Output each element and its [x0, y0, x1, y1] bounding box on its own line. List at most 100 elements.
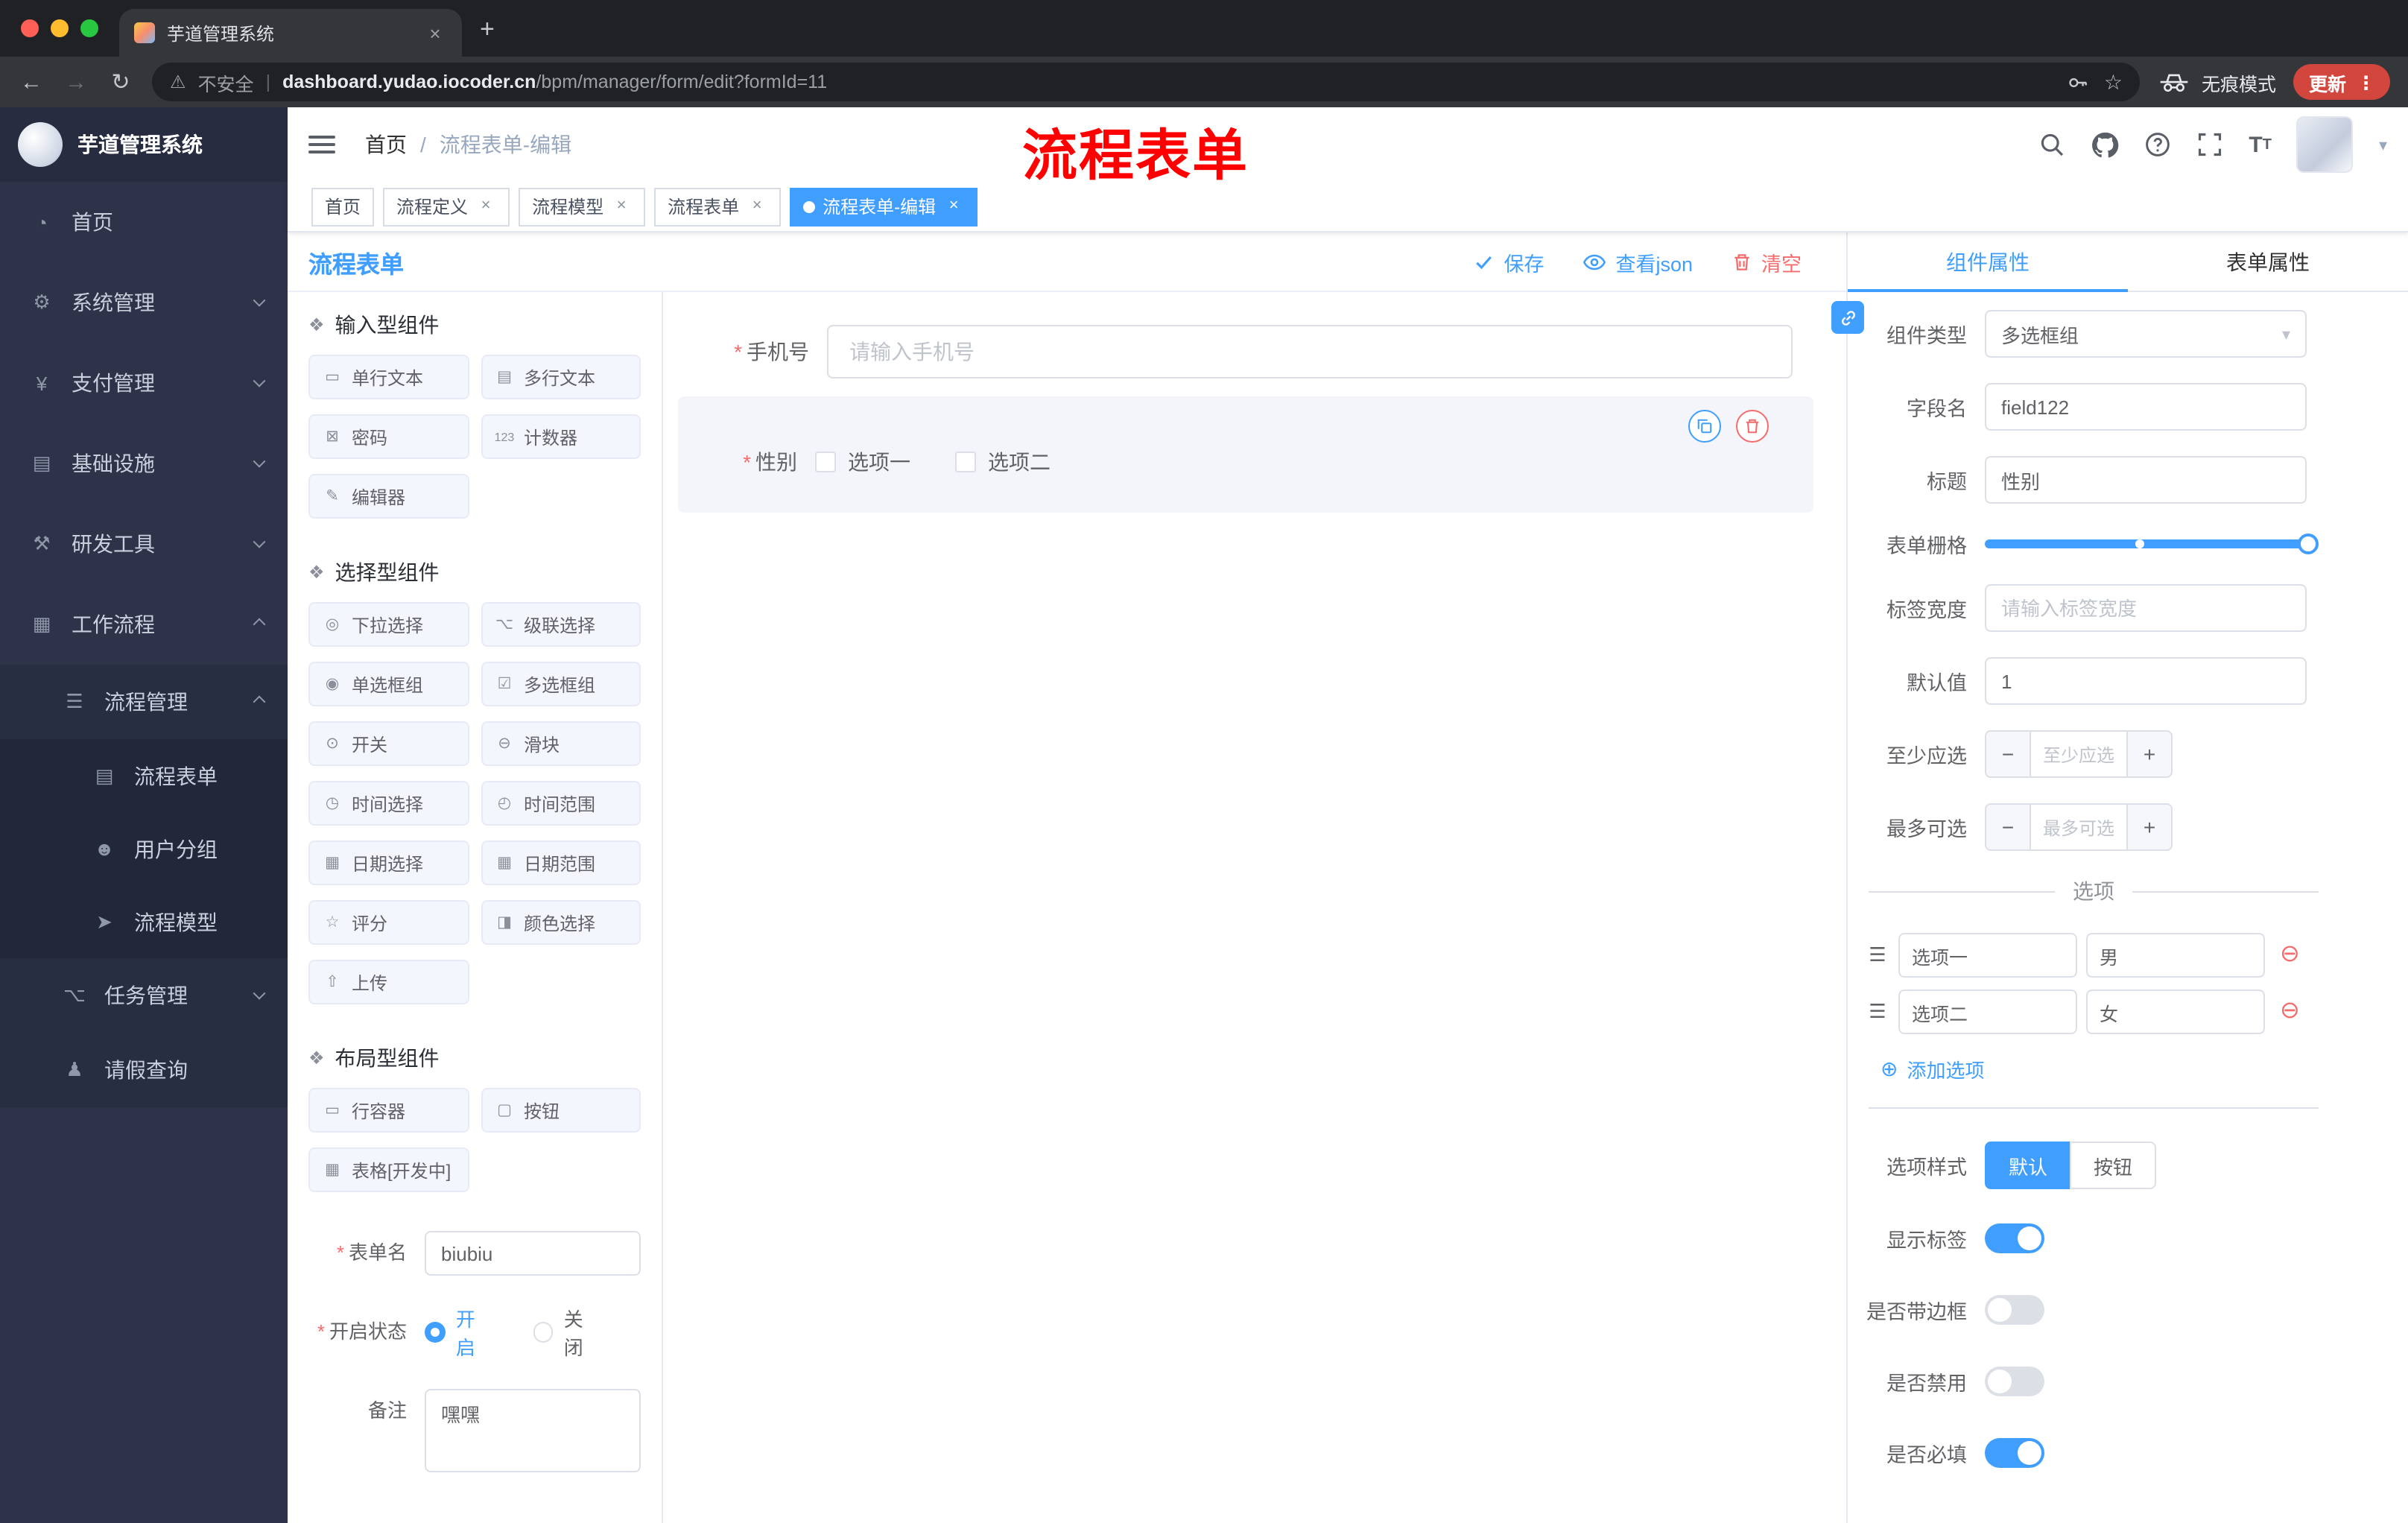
- sidebar-item-leave-query[interactable]: ♟ 请假查询: [0, 1033, 288, 1107]
- min-select-value[interactable]: 至少应选: [2031, 732, 2126, 776]
- canvas-field-gender[interactable]: * 性别 选项一 选项二: [678, 447, 1813, 477]
- new-tab-button[interactable]: +: [480, 15, 495, 45]
- remove-option-icon[interactable]: ⊖: [2280, 999, 2300, 1024]
- palette-item-button[interactable]: ▢ 按钮: [481, 1088, 641, 1133]
- tag-close-icon[interactable]: ×: [943, 196, 964, 217]
- palette-item-date-picker[interactable]: ▦ 日期选择: [308, 840, 469, 885]
- option-name-input[interactable]: [1898, 933, 2077, 978]
- add-option-button[interactable]: ⊕ 添加选项: [1848, 1055, 2408, 1083]
- caret-down-icon[interactable]: ▾: [2379, 135, 2387, 154]
- tag-process-form-edit[interactable]: 流程表单-编辑 ×: [790, 187, 978, 226]
- font-size-icon[interactable]: TT: [2249, 132, 2272, 157]
- sidebar-item-infrastructure[interactable]: ▤ 基础设施: [0, 423, 288, 504]
- fullscreen-icon[interactable]: [2196, 131, 2223, 158]
- tag-close-icon[interactable]: ×: [475, 196, 496, 217]
- clear-button[interactable]: 清空: [1731, 247, 1802, 276]
- sidebar-item-home[interactable]: ◔ 首页: [0, 182, 288, 262]
- copy-widget-button[interactable]: [1688, 410, 1721, 443]
- form-canvas[interactable]: * 手机号 请输入手机号 * 性别 选项一 选项二: [663, 292, 1846, 1523]
- disabled-toggle[interactable]: [1985, 1367, 2044, 1396]
- sidebar-item-system-management[interactable]: ⚙ 系统管理: [0, 262, 288, 343]
- save-button[interactable]: 保存: [1474, 247, 1544, 276]
- palette-item-table[interactable]: ▦ 表格[开发中]: [308, 1147, 469, 1192]
- status-on-radio[interactable]: 开启: [425, 1304, 494, 1361]
- github-icon[interactable]: [2091, 130, 2119, 159]
- tag-home[interactable]: 首页: [311, 187, 375, 226]
- palette-item-time-picker[interactable]: ◷ 时间选择: [308, 781, 469, 826]
- max-select-value[interactable]: 最多可选: [2031, 805, 2126, 849]
- remove-option-icon[interactable]: ⊖: [2280, 943, 2300, 967]
- palette-item-counter[interactable]: 123 计数器: [481, 414, 641, 459]
- canvas-field-phone[interactable]: * 手机号: [678, 325, 1793, 379]
- palette-item-row-container[interactable]: ▭ 行容器: [308, 1088, 469, 1133]
- show-label-toggle[interactable]: [1985, 1223, 2044, 1253]
- border-toggle[interactable]: [1985, 1295, 2044, 1325]
- sidebar-item-task-management[interactable]: ⌥ 任务管理: [0, 958, 288, 1033]
- increase-button[interactable]: +: [2126, 732, 2171, 776]
- selected-widget-gender[interactable]: * 性别 选项一 选项二: [678, 396, 1813, 513]
- sidebar-item-user-group[interactable]: ☻ 用户分组: [0, 812, 288, 885]
- slider-handle[interactable]: [2298, 533, 2319, 554]
- sidebar-item-payment-management[interactable]: ¥ 支付管理: [0, 343, 288, 423]
- palette-item-date-range[interactable]: ▦ 日期范围: [481, 840, 641, 885]
- sidebar-item-process-model[interactable]: ➤ 流程模型: [0, 885, 288, 958]
- form-name-input[interactable]: [425, 1231, 641, 1276]
- checkbox-option-2[interactable]: 选项二: [955, 447, 1051, 477]
- checkbox-option-1[interactable]: 选项一: [815, 447, 910, 477]
- palette-item-cascader[interactable]: ⌥ 级联选择: [481, 602, 641, 647]
- option-value-input[interactable]: [2086, 933, 2265, 978]
- drag-handle-icon[interactable]: ☰: [1866, 943, 1889, 967]
- sidebar-item-workflow[interactable]: ▦ 工作流程: [0, 584, 288, 665]
- warning-icon[interactable]: ⚠: [170, 72, 186, 92]
- zoom-window-button[interactable]: [80, 19, 98, 37]
- title-input[interactable]: [1985, 456, 2307, 504]
- help-icon[interactable]: [2144, 131, 2171, 158]
- tag-process-model[interactable]: 流程模型 ×: [519, 187, 646, 226]
- browser-tab[interactable]: 芋道管理系统 ×: [119, 9, 462, 57]
- sidebar-toggle-icon[interactable]: [308, 136, 335, 153]
- palette-item-editor[interactable]: ✎ 编辑器: [308, 474, 469, 519]
- sidebar-item-process-management[interactable]: ☰ 流程管理: [0, 665, 288, 739]
- option-style-default-button[interactable]: 默认: [1985, 1142, 2072, 1189]
- sidebar-item-process-form[interactable]: ▤ 流程表单: [0, 739, 288, 812]
- palette-item-slider[interactable]: ⊖ 滑块: [481, 721, 641, 766]
- view-json-button[interactable]: 查看json: [1582, 247, 1693, 276]
- grid-slider[interactable]: [1985, 533, 2319, 554]
- delete-widget-button[interactable]: [1736, 410, 1769, 443]
- close-window-button[interactable]: [21, 19, 39, 37]
- drag-handle-icon[interactable]: ☰: [1866, 1000, 1889, 1024]
- palette-item-checkbox-group[interactable]: ☑ 多选框组: [481, 662, 641, 706]
- status-off-radio[interactable]: 关闭: [533, 1304, 602, 1361]
- phone-input[interactable]: [827, 325, 1793, 379]
- palette-item-radio-group[interactable]: ◉ 单选框组: [308, 662, 469, 706]
- minimize-window-button[interactable]: [51, 19, 69, 37]
- tab-close-icon[interactable]: ×: [423, 22, 447, 44]
- palette-item-color-picker[interactable]: ◨ 颜色选择: [481, 900, 641, 945]
- tab-component-props[interactable]: 组件属性: [1848, 232, 2128, 292]
- palette-item-single-line-text[interactable]: ▭ 单行文本: [308, 355, 469, 399]
- decrease-button[interactable]: −: [1986, 805, 2031, 849]
- palette-item-multiline-text[interactable]: ▤ 多行文本: [481, 355, 641, 399]
- bookmark-star-icon[interactable]: ☆: [2104, 69, 2123, 95]
- tab-form-props[interactable]: 表单属性: [2128, 232, 2408, 291]
- data-binding-badge[interactable]: [1831, 301, 1864, 334]
- component-type-select[interactable]: 多选框组 ▾: [1985, 310, 2307, 358]
- form-remark-textarea[interactable]: 嘿嘿: [425, 1389, 641, 1472]
- tag-process-form[interactable]: 流程表单 ×: [654, 187, 782, 226]
- key-icon[interactable]: [2067, 71, 2089, 93]
- palette-item-upload[interactable]: ⇧ 上传: [308, 960, 469, 1004]
- browser-update-button[interactable]: 更新 ⋮: [2293, 64, 2390, 100]
- option-name-input[interactable]: [1898, 990, 2077, 1034]
- sidebar-item-devtools[interactable]: ⚒ 研发工具: [0, 504, 288, 584]
- field-name-input[interactable]: [1985, 383, 2307, 431]
- search-icon[interactable]: [2038, 131, 2065, 158]
- label-width-input[interactable]: [1985, 584, 2307, 632]
- reload-icon[interactable]: ↻: [107, 69, 134, 95]
- avatar[interactable]: [2296, 116, 2354, 173]
- sidebar-logo[interactable]: 芋道管理系统: [0, 107, 288, 182]
- back-icon[interactable]: ←: [18, 69, 45, 95]
- default-value-input[interactable]: [1985, 657, 2307, 705]
- palette-item-rate[interactable]: ☆ 评分: [308, 900, 469, 945]
- tag-close-icon[interactable]: ×: [611, 196, 632, 217]
- palette-item-select[interactable]: ◎ 下拉选择: [308, 602, 469, 647]
